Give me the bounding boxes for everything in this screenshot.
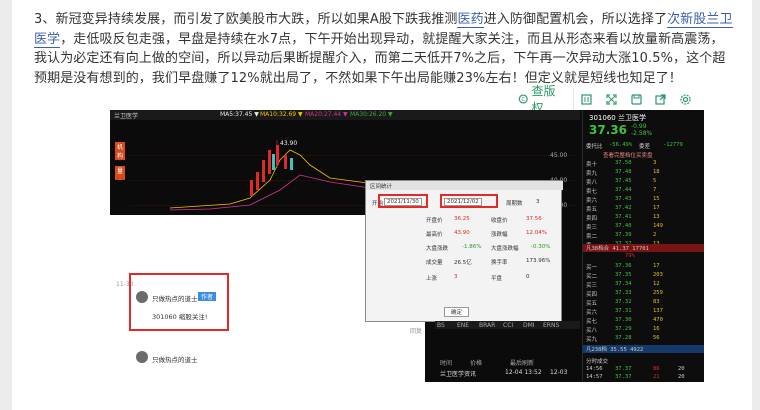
order-book-row: 买七 37.30 470 [586,317,663,325]
peak-price-label: 43.90 [280,140,298,147]
highlight-box [440,194,498,208]
price-change: -0.99 [631,123,647,130]
order-book-row: 卖四 37.41 13 [586,214,660,222]
order-book-row: 买一 37.36 17 [586,263,660,271]
dialog-title: 区间统计 [370,184,393,190]
price-tick: 45.00 [550,152,568,159]
link-medicine[interactable]: 医药 [457,12,484,28]
days-label: 周期数 [506,201,523,207]
current-price: 37.36 [589,123,627,137]
view-copyright-button[interactable]: C 查版权 [508,84,575,115]
order-book-row: 买二 37.35 203 [586,272,663,280]
order-book-row: 买三 37.34 12 [586,281,660,289]
article-paragraph: 3、新冠变异持续发展，而引发了欧美股市大跌，所以如果A股下跌我推测医药进入防御配… [34,10,734,88]
paragraph-text: 3、新冠变异持续发展，而引发了欧美股市大跌，所以如果A股下跌我推测 [34,12,458,27]
price-change-pct: -2.58% [631,130,653,137]
order-book-row: 买六 37.31 137 [586,308,663,316]
avatar[interactable] [136,351,148,363]
order-book-row: 卖二 37.39 2 [586,232,657,240]
interval-stats-dialog: 区间统计 开始 2021/11/30 2021/12/02 周期数 3 开盘价 … [365,180,563,322]
paragraph-text: ，走低吸反包走强，早盘是持续在水7点，下午开始出现异动，就提醒大家关注，而且从形… [34,31,726,86]
settings-icon[interactable] [673,88,698,110]
ma10-label: MA10:32.69 ▼ [260,111,303,118]
copyright-icon[interactable] [574,88,599,110]
ma20-label: MA20:27.44 ▼ [305,111,348,118]
side-button-1[interactable]: 机构 [115,142,125,160]
order-book-row: 卖七 37.44 7 [586,187,657,195]
order-book-row: 买九 37.28 56 [586,335,660,343]
chat-username[interactable]: 只做热点的道士 [152,354,198,364]
order-book-row: 买五 37.32 83 [586,299,660,307]
tick-row: 14:56 37.37 86 20 [586,366,685,372]
order-book-row: 卖三 37.40 149 [586,223,663,231]
side-button-2[interactable]: 量 [115,166,125,180]
quote-panel: 301060 兰卫医学 37.36 -0.99 -2.58% 委托比 -56.49… [582,110,704,382]
reply-button[interactable]: 回复 [410,326,422,335]
order-book-row: 卖十 37.50 3 [586,160,657,168]
save-icon[interactable] [624,88,649,110]
chart-header-bar: 兰卫医学 MA5:37.45 ▼ MA10:32.69 ▼ MA20:27.44… [110,110,580,120]
order-book-row: 卖八 37.45 5 [586,178,657,186]
order-book-row: 买四 37.33 259 [586,290,663,298]
expand-icon[interactable] [599,88,624,110]
chart-title: 兰卫医学 [114,113,139,120]
order-book-row: 卖六 37.43 15 [586,196,660,204]
tick-row: 14:57 37.37 21 20 [586,374,685,380]
indicator-tabs: BS ENE BRAR CCI DMI ERNS [435,321,580,329]
share-icon[interactable] [648,88,673,110]
stock-code-name: 301060 兰卫医学 [589,114,646,122]
ma30-label: MA30:26.20 ▼ [350,111,393,118]
copyright-search-icon: C [518,94,528,104]
order-book-row: 卖五 37.42 17 [586,205,660,213]
order-book-row: 买八 37.29 16 [586,326,660,334]
ma5-label: MA5:37.45 ▼ [220,111,259,118]
stock-screenshot: 兰卫医学 MA5:37.45 ▼ MA10:32.69 ▼ MA20:27.44… [110,110,704,382]
ok-button[interactable]: 确定 [444,307,470,317]
highlight-box [129,273,229,331]
article-body: 3、新冠变异持续发展，而引发了欧美股市大跌，所以如果A股下跌我推测医药进入防御配… [12,0,752,410]
paragraph-text: 进入防御配置机会，所以选择了 [483,12,668,27]
image-toolbar: C 查版权 [508,84,698,115]
days-value: 3 [536,199,540,205]
order-book-row: 卖九 37.48 18 [586,169,660,177]
highlight-box [378,194,428,208]
svg-text:C: C [521,97,525,103]
